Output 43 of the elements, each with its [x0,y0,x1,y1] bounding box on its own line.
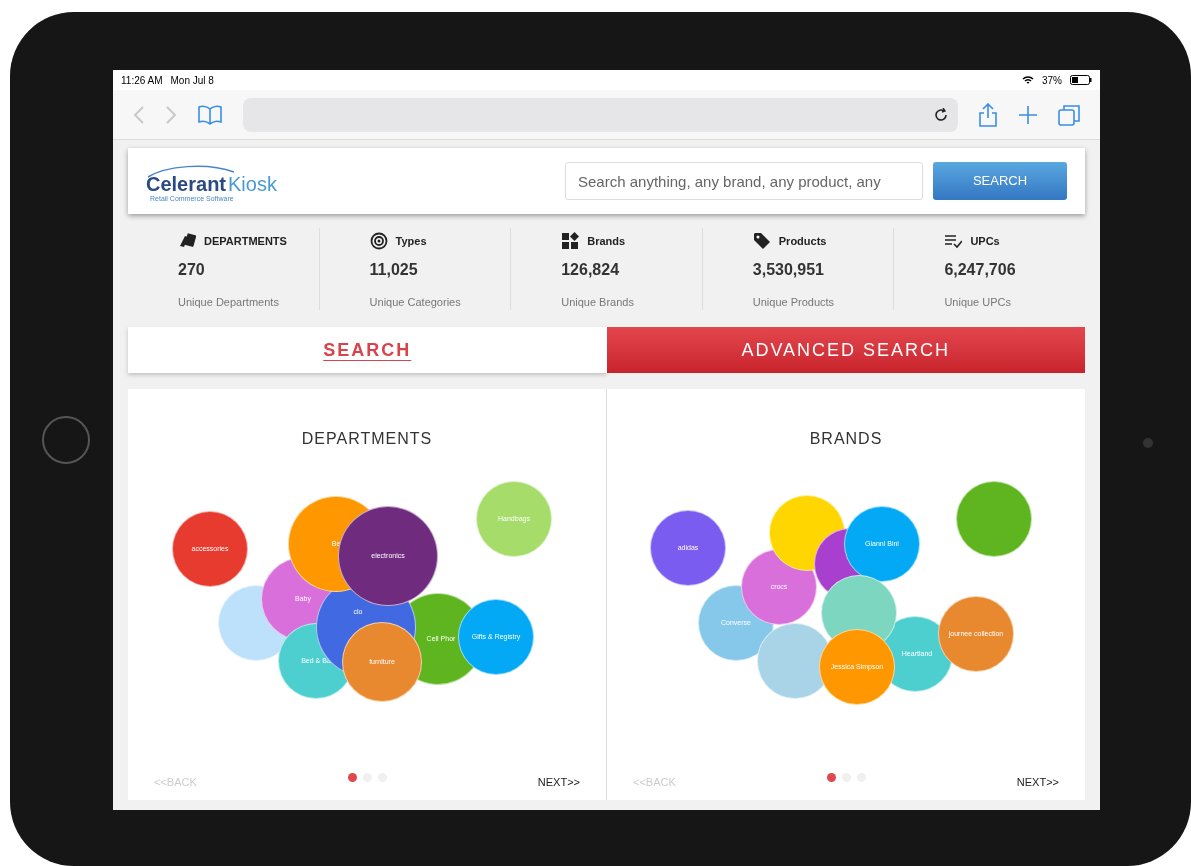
swoosh-icon [146,163,236,178]
stat-label: UPCs [970,233,1000,249]
stat-caption: Unique UPCs [944,295,1012,310]
book-icon[interactable] [197,104,223,125]
home-button[interactable] [42,416,90,464]
stat-label: Products [778,233,827,249]
logo-name: Celerant [146,173,227,194]
checklist-icon [944,232,963,250]
battery-percent: 37% [1042,73,1062,88]
tabs-icon[interactable] [1058,103,1080,126]
stat-caption: Unique Categories [369,295,462,310]
stat-caption: Unique Products [752,295,836,310]
tag-icon [752,232,771,250]
search-field[interactable]: Search anything, any brand, any product, any [565,162,923,200]
next-button[interactable]: NEXT>> [1016,773,1059,790]
panel-title: BRANDS [808,429,884,449]
tab[interactable]: ADVANCED SEARCH [606,327,1085,373]
wifi-icon [1022,75,1034,85]
camera-icon [1143,438,1153,448]
stat-label: Types [395,233,427,249]
stat-value: 126,824 [561,260,621,280]
stat-caption: Unique Brands [561,295,635,310]
stat-caption: Unique Departments [178,295,280,310]
stat-value: 270 [178,260,206,280]
reload-icon[interactable] [934,107,948,122]
stat-value: 11,025 [369,260,419,280]
panel-title: DEPARTMENTS [300,429,434,449]
stat-label: Brands [587,233,626,249]
blocks-icon [561,232,580,250]
battery-icon [1070,75,1092,85]
target-icon [369,232,388,250]
share-icon[interactable] [978,102,998,127]
next-button[interactable]: NEXT>> [537,773,580,790]
stat-label: DEPARTMENTS [204,233,287,249]
tags-icon [178,232,196,250]
tab[interactable]: SEARCH [128,327,607,373]
stat-value: 3,530,951 [752,260,825,280]
logo-product: Kiosk [228,173,277,194]
stat-value: 6,247,706 [944,260,1017,280]
plus-icon[interactable] [1018,104,1038,125]
status-time: 11:26 AM [121,73,163,88]
search-button[interactable]: SEARCH [933,162,1067,200]
status-date: Mon Jul 8 [170,73,214,88]
